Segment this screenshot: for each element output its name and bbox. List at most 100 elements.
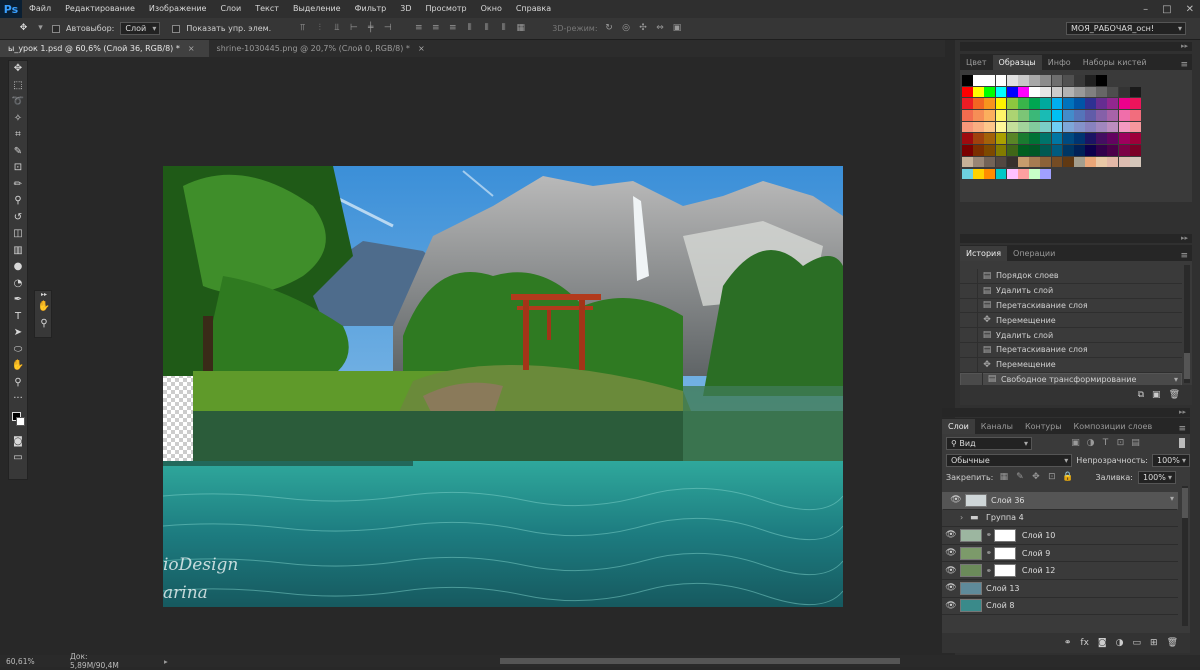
show-controls-checkbox[interactable]: [172, 24, 181, 33]
color-swatch[interactable]: [1029, 121, 1041, 133]
filter-smart-icon[interactable]: ▤: [1130, 438, 1141, 449]
color-swatch[interactable]: [1051, 156, 1063, 168]
visibility-eye-icon[interactable]: 👁: [942, 583, 960, 593]
color-swatch[interactable]: [1062, 98, 1074, 109]
color-swatch[interactable]: [1029, 110, 1041, 121]
color-swatch[interactable]: [1096, 145, 1108, 156]
blend-mode-dropdown[interactable]: Обычные: [946, 454, 1073, 467]
move-tool-icon[interactable]: ✥: [18, 23, 29, 34]
color-swatch[interactable]: [1096, 86, 1108, 98]
screen-mode-icon[interactable]: ▭: [9, 450, 27, 467]
shape-tool-icon[interactable]: ⬭: [9, 342, 27, 359]
color-swatch[interactable]: [1085, 75, 1096, 86]
color-swatch[interactable]: [1129, 156, 1141, 168]
history-item[interactable]: ▤ Перетаскивание слоя: [960, 298, 1182, 314]
menu-text[interactable]: Текст: [248, 0, 286, 18]
color-swatch[interactable]: [1073, 121, 1085, 133]
color-swatch[interactable]: [973, 98, 985, 109]
color-swatch[interactable]: [1129, 98, 1141, 109]
clone-source-icon[interactable]: ⚲: [35, 316, 53, 333]
color-swatch[interactable]: [984, 110, 996, 121]
color-swatch[interactable]: [973, 133, 985, 145]
eyedropper-icon[interactable]: ✎: [9, 144, 27, 161]
color-swatch[interactable]: [995, 168, 1007, 180]
visibility-eye-icon[interactable]: 👁: [942, 566, 960, 576]
color-swatch[interactable]: [1040, 110, 1052, 121]
color-swatch[interactable]: [1029, 98, 1041, 109]
layer-thumbnail[interactable]: [960, 599, 982, 613]
color-swatch[interactable]: [1107, 156, 1119, 168]
lock-transparent-icon[interactable]: ▦: [998, 472, 1009, 483]
history-item[interactable]: ▤ Удалить слой: [960, 283, 1182, 299]
trash-icon[interactable]: 🗑: [1169, 390, 1180, 400]
color-swatch[interactable]: [1006, 86, 1018, 98]
color-swatch[interactable]: [1062, 75, 1074, 86]
color-swatch[interactable]: [973, 110, 985, 121]
color-swatch[interactable]: [1085, 110, 1096, 121]
layer-row[interactable]: 👁 Слой 13: [942, 580, 1178, 598]
scale-3d-icon[interactable]: ▣: [672, 23, 683, 34]
align-hcenter-icon[interactable]: ╪: [365, 23, 376, 34]
color-swatch[interactable]: [1051, 98, 1063, 109]
filter-adjustment-icon[interactable]: ◑: [1085, 438, 1096, 449]
color-swatch[interactable]: [995, 86, 1007, 98]
lock-all-icon[interactable]: 🔒: [1062, 472, 1073, 483]
chevron-right-icon[interactable]: ›: [960, 513, 970, 522]
color-swatch[interactable]: [1029, 133, 1041, 145]
color-swatch[interactable]: [1017, 121, 1029, 133]
layer-filter-dropdown[interactable]: ⚲ Вид: [946, 436, 1032, 450]
color-swatch[interactable]: [984, 145, 996, 156]
panel-collapse-bar[interactable]: ▸▸: [960, 234, 1192, 243]
history-brush-icon[interactable]: ↺: [9, 210, 27, 227]
history-checkbox[interactable]: [960, 357, 978, 372]
color-swatch-icon[interactable]: [9, 408, 27, 434]
color-swatch[interactable]: [1040, 98, 1052, 109]
tab-info[interactable]: Инфо: [1042, 55, 1077, 70]
orbit-3d-icon[interactable]: ↻: [604, 23, 615, 34]
magic-wand-icon[interactable]: ✧: [9, 111, 27, 128]
document-canvas[interactable]: ioDesign arina: [163, 166, 843, 607]
color-swatch[interactable]: [1006, 145, 1018, 156]
color-swatch[interactable]: [1073, 98, 1085, 109]
color-swatch[interactable]: [1096, 98, 1108, 109]
color-swatch[interactable]: [1062, 121, 1074, 133]
color-swatch[interactable]: [1040, 86, 1052, 98]
color-swatch[interactable]: [1062, 86, 1074, 98]
tab-paths[interactable]: Контуры: [1019, 419, 1068, 434]
layer-row[interactable]: › ▬ Группа 4: [942, 510, 1178, 528]
add-mask-icon[interactable]: ◙: [1098, 638, 1107, 648]
pan-3d-icon[interactable]: ✣: [638, 23, 649, 34]
color-swatch[interactable]: [1017, 168, 1029, 180]
color-swatch[interactable]: [962, 121, 973, 133]
history-item[interactable]: ▤ Удалить слой: [960, 328, 1182, 343]
fill-input[interactable]: 100%: [1138, 471, 1176, 484]
color-swatch[interactable]: [1107, 86, 1119, 98]
history-checkbox[interactable]: [960, 298, 978, 313]
color-swatch[interactable]: [973, 86, 985, 98]
color-swatch[interactable]: [962, 75, 973, 86]
history-checkbox[interactable]: [960, 342, 978, 357]
color-swatch[interactable]: [995, 121, 1007, 133]
color-swatch[interactable]: [984, 86, 996, 98]
color-swatch[interactable]: [1029, 75, 1041, 86]
layers-scrollbar[interactable]: [1182, 486, 1188, 626]
color-swatch[interactable]: [1051, 75, 1063, 86]
lock-position-icon[interactable]: ✥: [1030, 472, 1041, 483]
trash-icon[interactable]: 🗑: [1167, 638, 1178, 648]
align-vcenter-icon[interactable]: ⫶: [314, 23, 325, 34]
color-swatch[interactable]: [1107, 145, 1119, 156]
panel-menu-icon[interactable]: ≡: [1180, 60, 1192, 70]
lock-artboard-icon[interactable]: ⊡: [1046, 472, 1057, 483]
color-swatch[interactable]: [1051, 145, 1063, 156]
close-icon[interactable]: ✕: [1186, 4, 1194, 15]
color-swatch[interactable]: [1085, 133, 1096, 145]
adjustment-layer-icon[interactable]: ◑: [1116, 638, 1124, 648]
color-swatch[interactable]: [1096, 75, 1108, 86]
layer-name[interactable]: Группа 4: [986, 513, 1024, 522]
color-swatch[interactable]: [1006, 156, 1018, 168]
color-swatch[interactable]: [984, 98, 996, 109]
color-swatch[interactable]: [1129, 110, 1141, 121]
color-swatch[interactable]: [1040, 145, 1052, 156]
history-item[interactable]: ▤ Перетаскивание слоя: [960, 342, 1182, 358]
color-swatch[interactable]: [1051, 86, 1063, 98]
